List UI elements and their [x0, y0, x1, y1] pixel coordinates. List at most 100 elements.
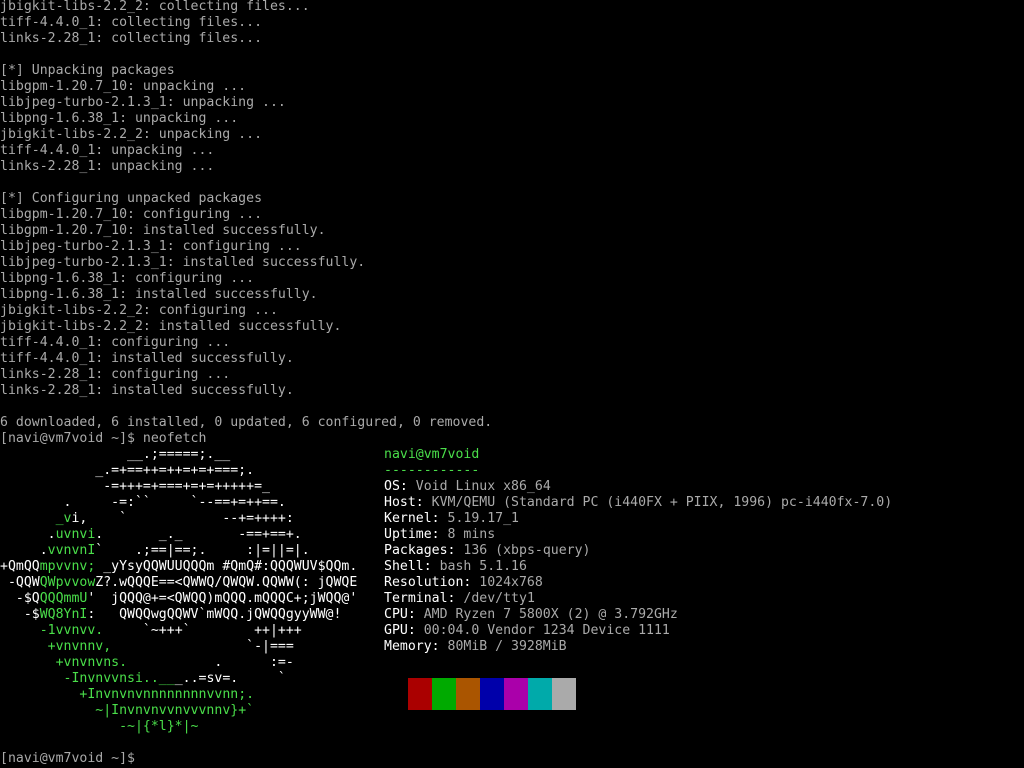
logo-line: __.;=====;.__ — [0, 447, 231, 462]
info-value: 8 mins — [447, 527, 496, 542]
terminal-screen[interactable]: jbigkit-libs-2.2_2: collecting files... t… — [0, 0, 1024, 768]
info-row-resolution: Resolution: 1024x768 — [384, 575, 892, 591]
info-value: 00:04.0 Vendor 1234 Device 1111 — [423, 623, 670, 638]
info-separator: ------------ — [384, 463, 480, 478]
logo-line: -Invnvvnsi..___..=sv=. ` — [63, 671, 286, 686]
output-line: libgpm-1.20.7_10: unpacking ... — [0, 79, 247, 94]
output-line: 6 downloaded, 6 installed, 0 updated, 6 … — [0, 415, 493, 430]
command-prompt: [navi@vm7void ~]$ neofetch — [0, 431, 207, 446]
info-key: Memory — [384, 639, 432, 654]
info-value: KVM/QEMU (Standard PC (i440FX + PIIX, 19… — [431, 495, 893, 510]
output-line: libgpm-1.20.7_10: installed successfully… — [0, 223, 326, 238]
logo-line: -1vvnvv. `~+++` ++|+++ — [39, 623, 302, 638]
void-linux-ascii-logo: __.;=====;.__ _.=+==++=++=+=+===;. -=+++… — [0, 447, 357, 735]
output-line: libjpeg-turbo-2.1.3_1: installed success… — [0, 255, 366, 270]
color-swatch — [384, 678, 408, 710]
color-swatch — [408, 678, 432, 710]
info-row-terminal: Terminal: /dev/tty1 — [384, 591, 892, 607]
info-key: Uptime — [384, 527, 432, 542]
info-value: bash 5.1.16 — [439, 559, 527, 574]
final-prompt-text: [navi@vm7void ~]$ — [0, 751, 143, 766]
info-row-host: Host: KVM/QEMU (Standard PC (i440FX + PI… — [384, 495, 892, 511]
output-line: tiff-4.4.0_1: unpacking ... — [0, 143, 215, 158]
info-colon: : — [431, 639, 448, 654]
info-row-shell: Shell: bash 5.1.16 — [384, 559, 892, 575]
logo-line: +vnvnnv, `-|=== — [47, 639, 294, 654]
info-row-memory: Memory: 80MiB / 3928MiB — [384, 639, 892, 655]
logo-line: _vi, ` --+=++++: — [55, 511, 294, 526]
output-line: libjpeg-turbo-2.1.3_1: unpacking ... — [0, 95, 286, 110]
info-colon: : — [415, 495, 432, 510]
logo-line: -=+++=+===+=+=+++++=_ — [0, 479, 270, 494]
info-colon: : — [447, 591, 464, 606]
scrollback-output: jbigkit-libs-2.2_2: collecting files... t… — [0, 0, 1024, 431]
color-swatch — [528, 678, 552, 710]
info-row-kernel: Kernel: 5.19.17_1 — [384, 511, 892, 527]
info-key: Shell — [384, 559, 424, 574]
info-colon: : — [399, 479, 416, 494]
output-line: links-2.28_1: configuring ... — [0, 367, 231, 382]
logo-line: _.=+==++=++=+=+===;. — [0, 463, 255, 478]
info-colon: : — [407, 623, 424, 638]
system-info-panel: navi@vm7void ------------ OS: Void Linux… — [384, 447, 892, 655]
logo-line: -$WQ8YnI: QWQQwgQQWV`mWQQ.jQWQQgyyWW@! — [0, 607, 342, 622]
info-value: AMD Ryzen 7 5800X (2) @ 3.792GHz — [423, 607, 678, 622]
logo-line: . -=:`` `--==+=++==. — [0, 495, 286, 510]
output-line: tiff-4.4.0_1: installed successfully. — [0, 351, 294, 366]
info-rows: OS: Void Linux x86_64 Host: KVM/QEMU (Sta… — [384, 479, 892, 655]
info-value: 80MiB / 3928MiB — [447, 639, 567, 654]
info-value: /dev/tty1 — [463, 591, 535, 606]
info-colon: : — [423, 559, 440, 574]
output-line: [*] Configuring unpacked packages — [0, 191, 263, 206]
info-key: Resolution — [384, 575, 464, 590]
color-swatch — [432, 678, 456, 710]
info-row-gpu: GPU: 00:04.0 Vendor 1234 Device 1111 — [384, 623, 892, 639]
logo-line: .vvnvnI` .;==|==;. :|=||=|. — [0, 543, 310, 558]
output-line: libpng-1.6.38_1: unpacking ... — [0, 111, 239, 126]
color-palette — [384, 678, 576, 710]
info-row-uptime: Uptime: 8 mins — [384, 527, 892, 543]
output-line: jbigkit-libs-2.2_2: collecting files... — [0, 0, 310, 14]
info-row-os: OS: Void Linux x86_64 — [384, 479, 892, 495]
color-swatch — [456, 678, 480, 710]
neofetch-output: __.;=====;.__ _.=+==++=++=+=+===;. -=+++… — [0, 447, 1024, 751]
logo-line: +QmQQmpvvnv; _yYsyQQWUUQQQm #QmQ#:QQQWUV… — [0, 559, 358, 574]
output-line: tiff-4.4.0_1: configuring ... — [0, 335, 231, 350]
info-key: Packages — [384, 543, 448, 558]
info-key: GPU — [384, 623, 408, 638]
info-key: Host — [384, 495, 416, 510]
logo-line: -QQWQWpvvowZ?.wQQQE==<QWWQ/QWQW.QQWW(: j… — [0, 575, 358, 590]
color-swatch — [504, 678, 528, 710]
output-line: links-2.28_1: unpacking ... — [0, 159, 215, 174]
info-colon: : — [447, 543, 464, 558]
output-line: [*] Unpacking packages — [0, 63, 175, 78]
output-line: jbigkit-libs-2.2_2: unpacking ... — [0, 127, 263, 142]
info-colon: : — [431, 511, 448, 526]
user-host: navi@vm7void — [384, 447, 480, 462]
output-line: tiff-4.4.0_1: collecting files... — [0, 15, 263, 30]
info-colon: : — [463, 575, 480, 590]
color-swatch — [480, 678, 504, 710]
output-line: libgpm-1.20.7_10: configuring ... — [0, 207, 263, 222]
info-value: 1024x768 — [479, 575, 543, 590]
info-key: Terminal — [384, 591, 448, 606]
info-value: 136 (xbps-query) — [463, 543, 591, 558]
info-key: OS — [384, 479, 400, 494]
logo-line: ~|Invnvnvvnvvvnnv}+` — [95, 703, 255, 718]
info-row-cpu: CPU: AMD Ryzen 7 5800X (2) @ 3.792GHz — [384, 607, 892, 623]
logo-line: .uvnvi. _._ -==+==+. — [0, 527, 302, 542]
info-colon: : — [431, 527, 448, 542]
info-key: CPU — [384, 607, 408, 622]
logo-line: -$QQQQmmU' jQQQ@+=<QWQQ)mQQQ.mQQQC+;jWQQ… — [0, 591, 358, 606]
output-line: jbigkit-libs-2.2_2: installed successful… — [0, 319, 342, 334]
output-line: jbigkit-libs-2.2_2: configuring ... — [0, 303, 278, 318]
info-row-packages: Packages: 136 (xbps-query) — [384, 543, 892, 559]
output-line: links-2.28_1: installed successfully. — [0, 383, 294, 398]
info-key: Kernel — [384, 511, 432, 526]
info-value: Void Linux x86_64 — [415, 479, 551, 494]
color-swatch — [552, 678, 576, 710]
final-prompt[interactable]: [navi@vm7void ~]$ — [0, 751, 1024, 767]
